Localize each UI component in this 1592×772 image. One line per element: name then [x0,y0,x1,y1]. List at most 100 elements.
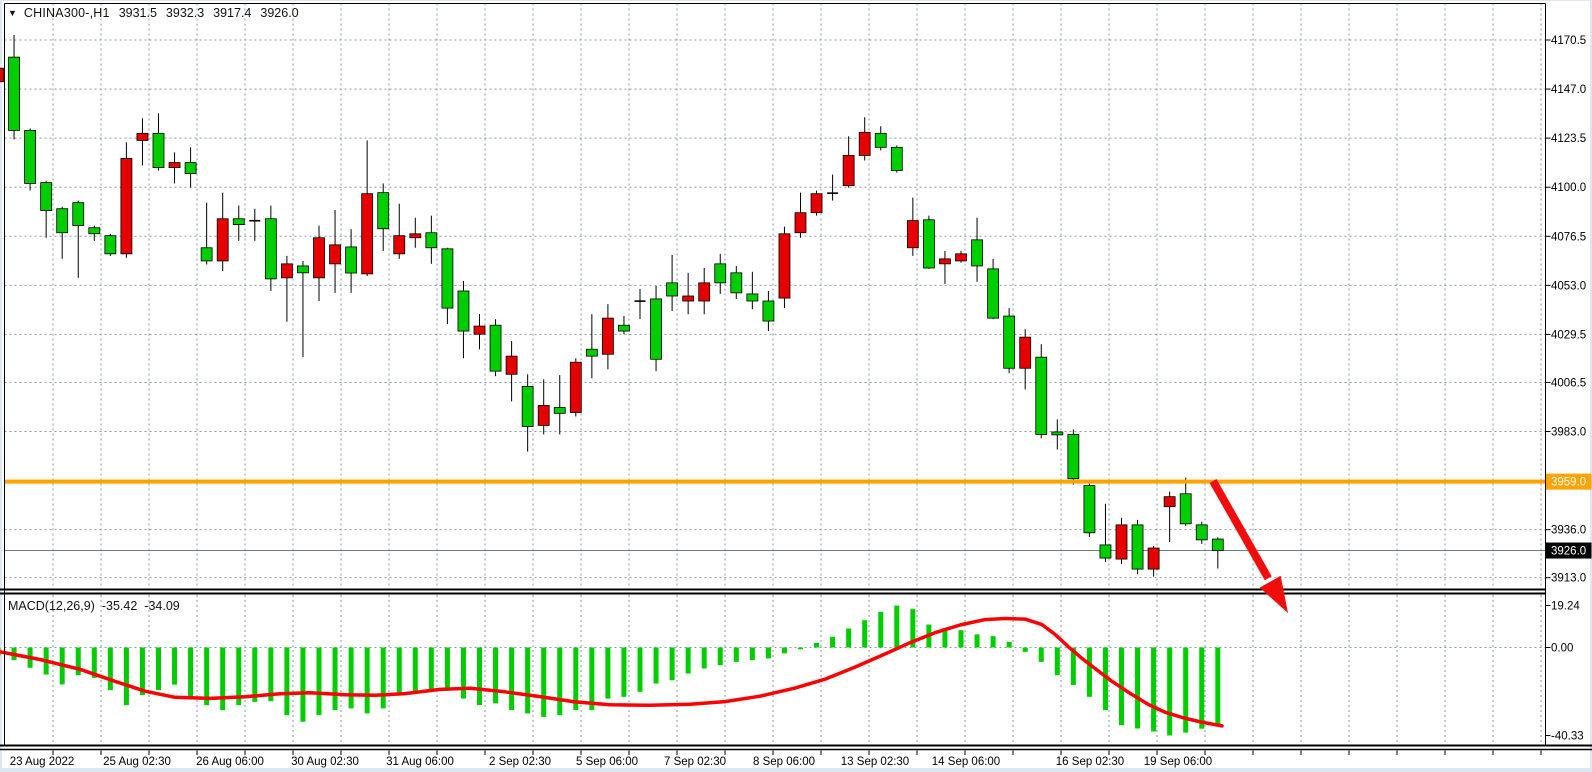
candle-body [314,238,325,278]
candle-body [602,318,613,354]
candle[interactable] [651,286,662,371]
candle-body [747,294,758,301]
macd-bar [156,648,161,691]
symbol-ohlc-readout: ▼CHINA300-,H13931.53932.33917.43926.0 [8,6,299,20]
macd-bar [798,648,803,650]
candle-body [458,291,469,331]
candle-body [1068,434,1079,478]
macd-bar [284,648,289,716]
candle-body [442,249,453,308]
macd-bar [975,634,980,647]
macd-indicator-readout: MACD(12,26,9)-35.42-34.09 [8,599,180,613]
candle-body [1196,525,1207,540]
macd-bar [317,648,322,716]
macd-bar [333,648,338,711]
candle[interactable] [265,206,276,291]
candle-body [265,219,276,279]
macd-bar [204,648,209,706]
candle-body [1036,357,1047,434]
candle[interactable] [1004,308,1015,373]
candle[interactable] [923,216,934,269]
candle[interactable] [811,191,822,216]
candle[interactable] [105,234,116,256]
macd-bar [509,648,514,711]
macd-bar [766,648,771,659]
time-tick-label: 23 Aug 2022 [10,756,75,768]
candle-body [715,264,726,283]
candle-body [410,234,421,238]
macd-bar [172,648,177,685]
candle-body [522,386,533,426]
trading-chart-window: 4170.54147.04123.54100.04076.54053.04029… [0,0,1592,772]
macd-bar [445,648,450,691]
candle[interactable] [121,142,132,257]
candle-body [618,325,629,331]
macd-bar [686,648,691,674]
price-tick-label: 4100.0 [1551,182,1586,194]
candle[interactable] [570,358,581,416]
symbol-timeframe-label: CHINA300-,H1 [24,6,110,20]
macd-bar [1199,648,1204,729]
candle[interactable] [490,319,501,376]
candle-body [859,132,870,155]
candle-body [169,163,180,168]
price-tick-label: 4123.5 [1551,133,1586,145]
candle-body [378,193,389,229]
macd-bar [1007,642,1012,648]
candle[interactable] [891,145,902,172]
macd-bar [124,648,129,706]
candle-body [1116,525,1127,559]
candle[interactable] [1036,344,1047,438]
macd-main-value: -35.42 [102,599,137,613]
macd-bar [605,648,610,699]
price-tick-label: 4147.0 [1551,84,1586,96]
candle-body [956,254,967,261]
macd-bar [846,629,851,648]
highlight-price-badge: 3959.0 [1546,474,1592,490]
candle-body [41,183,52,211]
time-tick-label: 25 Aug 02:30 [103,756,171,768]
macd-bar [991,636,996,647]
macd-bar [300,648,305,722]
last-price-badge: 3926.0 [1546,543,1592,559]
candle[interactable] [1084,482,1095,537]
candle[interactable] [1116,518,1127,564]
macd-bar [589,648,594,711]
candle-body [1084,486,1095,533]
candle-body [1148,548,1159,569]
macd-bar [734,648,739,662]
candle-body [330,245,341,264]
macd-bar [1151,648,1156,732]
candle[interactable] [25,128,36,190]
macd-bar [349,648,354,709]
candle-body [972,240,983,266]
candle-body [779,234,790,298]
price-tick-label: 3983.0 [1551,427,1586,439]
candle-body [875,133,886,147]
candle-body [586,349,597,356]
candle-body [426,233,437,248]
macd-bar [220,648,225,711]
macd-name-label: MACD(12,26,9) [8,599,95,613]
candle[interactable] [1068,429,1079,484]
price-tick-label: 4006.5 [1551,377,1586,389]
readout-open: 3931.5 [119,6,157,20]
price-tick-label: 4053.0 [1551,280,1586,292]
candle-body [795,213,806,233]
candle-body [233,219,244,225]
macd-bar [493,648,498,704]
macd-tick-label: -40.33 [1551,731,1584,743]
chevron-down-icon[interactable]: ▼ [8,8,17,18]
candle[interactable] [1132,520,1143,574]
macd-bar [1167,648,1172,736]
candle[interactable] [779,227,790,308]
candle-body [217,219,228,261]
macd-bar [830,637,835,648]
candle-body [554,408,565,414]
macd-bar [814,643,819,648]
candle-body [699,283,710,301]
chart-canvas[interactable]: 4170.54147.04123.54100.04076.54053.04029… [0,0,1592,772]
candle-body [1020,337,1031,368]
candle-body [121,158,132,253]
macd-bar [702,648,707,669]
